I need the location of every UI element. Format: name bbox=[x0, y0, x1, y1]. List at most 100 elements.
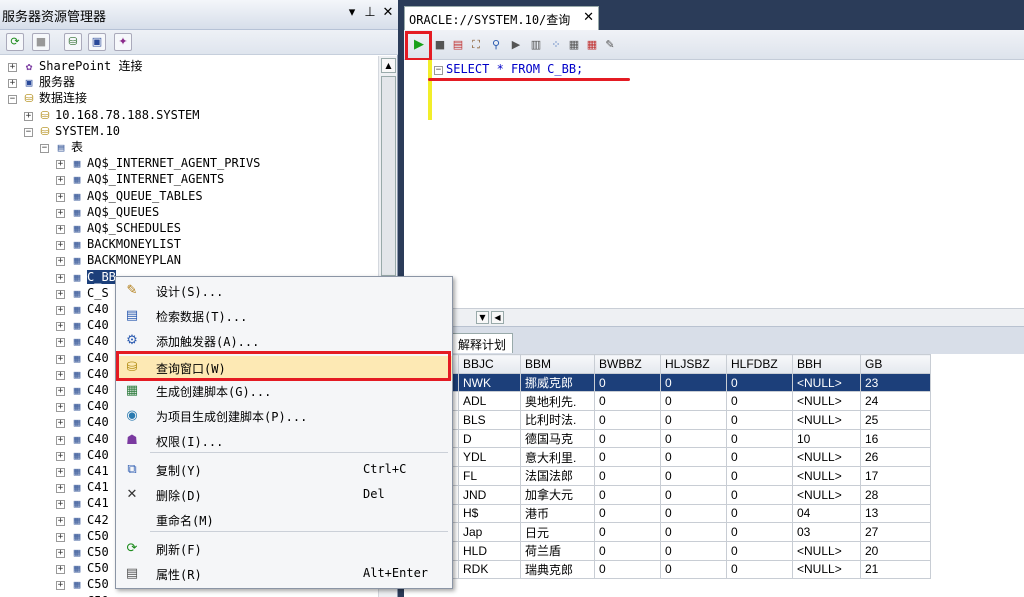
tree-item[interactable]: + ✿ SharePoint 连接 bbox=[8, 58, 142, 74]
table-cell[interactable]: 10 bbox=[792, 428, 861, 449]
table-row[interactable]: BLS 比利时法. 0 0 0 <NULL> 25 bbox=[404, 410, 931, 430]
table-cell[interactable]: 港币 bbox=[520, 503, 595, 524]
expand-icon[interactable]: + bbox=[56, 289, 65, 299]
table-cell[interactable]: BLS bbox=[458, 410, 521, 430]
tree-item[interactable]: − ⛁ 数据连接 bbox=[8, 90, 87, 106]
expand-icon[interactable]: + bbox=[56, 370, 65, 380]
expand-icon[interactable]: + bbox=[8, 63, 17, 72]
table-row[interactable]: RDK 瑞典克郎 0 0 0 <NULL> 21 bbox=[404, 559, 931, 580]
table-cell[interactable]: <NULL> bbox=[792, 466, 861, 486]
expand-icon[interactable]: + bbox=[56, 581, 65, 591]
table-cell[interactable]: 0 bbox=[660, 410, 727, 430]
tree-item[interactable]: + ▦ C40 bbox=[56, 366, 109, 382]
tree-item[interactable]: +▦C50 bbox=[56, 593, 109, 597]
grid-icon[interactable]: ▦ bbox=[584, 37, 600, 53]
tree-item[interactable]: + ▦ C40 bbox=[56, 398, 109, 414]
tree-item[interactable]: + ▦ AQ$_INTERNET_AGENTS bbox=[56, 171, 224, 187]
tree-item[interactable]: + ▦ C40 bbox=[56, 431, 109, 447]
table-cell[interactable]: NWK bbox=[458, 372, 521, 393]
table-cell[interactable]: <NULL> bbox=[792, 484, 861, 505]
expand-icon[interactable]: + bbox=[56, 306, 65, 315]
table-cell[interactable]: 21 bbox=[860, 559, 931, 580]
connect-server-icon[interactable]: ▣ bbox=[88, 33, 106, 51]
table-cell[interactable]: 16 bbox=[860, 428, 931, 449]
connect-database-icon[interactable]: ⛁ bbox=[64, 33, 82, 51]
table-row[interactable]: H$ 港币 0 0 0 04 13 bbox=[404, 503, 931, 524]
tree-item[interactable]: + ▦ BACKMONEYPLAN bbox=[56, 252, 181, 268]
tree-item[interactable]: + ▦ C40 bbox=[56, 350, 109, 366]
menu-item[interactable]: ✎ 设计(S)... bbox=[116, 279, 452, 303]
expand-icon[interactable]: + bbox=[56, 403, 65, 413]
tree-item[interactable]: + ▦ AQ$_SCHEDULES bbox=[56, 220, 181, 236]
panel-dropdown-icon[interactable]: ▾ bbox=[344, 5, 360, 20]
menu-item[interactable]: ◉ 为项目生成创建脚本(P)... bbox=[116, 404, 452, 428]
step-icon[interactable]: ▶ bbox=[508, 37, 524, 53]
table-cell[interactable]: 04 bbox=[792, 503, 861, 524]
table-cell[interactable]: 0 bbox=[660, 522, 727, 542]
collapse-icon[interactable]: − bbox=[24, 127, 33, 137]
edit-icon[interactable]: ✎ bbox=[602, 37, 618, 53]
table-cell[interactable]: 0 bbox=[660, 484, 727, 505]
table-cell[interactable]: 德国马克 bbox=[520, 428, 595, 449]
table-cell[interactable]: 0 bbox=[660, 428, 727, 449]
table-cell[interactable]: <NULL> bbox=[792, 559, 861, 580]
sort-icon[interactable]: ⁘ bbox=[548, 37, 564, 53]
table-cell[interactable]: 0 bbox=[726, 428, 793, 449]
column-header[interactable]: BWBBZ bbox=[594, 354, 661, 374]
tree-item[interactable]: + ▦ C41 bbox=[56, 479, 109, 495]
expand-icon[interactable]: + bbox=[56, 549, 65, 558]
expand-icon[interactable]: + bbox=[56, 257, 65, 267]
table-cell[interactable]: 26 bbox=[860, 447, 931, 468]
expand-icon[interactable]: + bbox=[56, 468, 65, 477]
table-cell[interactable]: 13 bbox=[860, 503, 931, 524]
tab-explain-plan[interactable]: 解释计划 bbox=[451, 333, 514, 353]
column-header[interactable]: BBH bbox=[792, 354, 861, 374]
tree-item[interactable]: + ▦ C40 bbox=[56, 382, 109, 398]
tree-item[interactable]: + ▦ C_S bbox=[56, 285, 109, 301]
table-cell[interactable]: 25 bbox=[860, 410, 931, 430]
table-cell[interactable]: 0 bbox=[594, 447, 661, 468]
table-cell[interactable]: 27 bbox=[860, 522, 931, 542]
fold-collapse-icon[interactable]: − bbox=[434, 66, 443, 75]
column-header[interactable]: HLJSBZ bbox=[660, 354, 727, 374]
table-cell[interactable]: 0 bbox=[660, 466, 727, 486]
table-cell[interactable]: 0 bbox=[594, 410, 661, 430]
tree-item[interactable]: + ▦ AQ$_QUEUE_TABLES bbox=[56, 188, 203, 204]
table-cell[interactable]: 荷兰盾 bbox=[520, 540, 595, 561]
tree-item[interactable]: + ▣ 服务器 bbox=[8, 74, 75, 90]
expand-icon[interactable]: + bbox=[56, 419, 65, 429]
column-header[interactable]: BBJC bbox=[458, 354, 521, 374]
table-cell[interactable]: <NULL> bbox=[792, 410, 861, 430]
menu-item[interactable]: ⧉ 复制(Y) Ctrl+C bbox=[116, 458, 452, 482]
table-cell[interactable]: H$ bbox=[458, 503, 521, 524]
tree-item[interactable]: − ▤ 表 bbox=[40, 139, 83, 155]
table-cell[interactable]: 加拿大元 bbox=[520, 484, 595, 505]
expand-icon[interactable]: + bbox=[56, 225, 65, 234]
tree-item[interactable]: + ▦ C40 bbox=[56, 317, 109, 333]
expand-icon[interactable]: + bbox=[56, 451, 65, 461]
expand-icon[interactable]: + bbox=[56, 176, 65, 186]
table-cell[interactable]: <NULL> bbox=[792, 372, 861, 393]
menu-item[interactable]: ⚙ 添加触发器(A)... bbox=[116, 329, 452, 353]
table-cell[interactable]: 0 bbox=[726, 484, 793, 505]
table-row[interactable]: JND 加拿大元 0 0 0 <NULL> 28 bbox=[404, 484, 931, 505]
scroll-up-arrow-icon[interactable]: ▲ bbox=[381, 58, 396, 73]
expand-icon[interactable]: + bbox=[56, 435, 65, 445]
parse-icon[interactable]: ⛶ bbox=[468, 37, 484, 53]
table-cell[interactable]: 0 bbox=[594, 522, 661, 542]
expand-icon[interactable]: + bbox=[56, 241, 65, 251]
table-cell[interactable]: 0 bbox=[594, 391, 661, 412]
scroll-dropdown-arrow-icon[interactable]: ▼ bbox=[476, 311, 489, 324]
table-cell[interactable]: 03 bbox=[792, 522, 861, 542]
table-cell[interactable]: 0 bbox=[594, 428, 661, 449]
table-cell[interactable]: 0 bbox=[594, 503, 661, 524]
table-cell[interactable]: 0 bbox=[660, 559, 727, 580]
table-cell[interactable]: 20 bbox=[860, 540, 931, 561]
save-results-icon[interactable]: ▦ bbox=[566, 37, 582, 53]
scroll-thumb[interactable] bbox=[381, 76, 396, 276]
stop-refresh-icon[interactable]: ■ bbox=[32, 33, 50, 51]
table-cell[interactable]: 意大利里. bbox=[520, 447, 595, 468]
sql-editor[interactable]: − SELECT * FROM C_BB; bbox=[404, 60, 1024, 308]
table-cell[interactable]: 0 bbox=[660, 540, 727, 561]
table-cell[interactable]: 28 bbox=[860, 484, 931, 505]
